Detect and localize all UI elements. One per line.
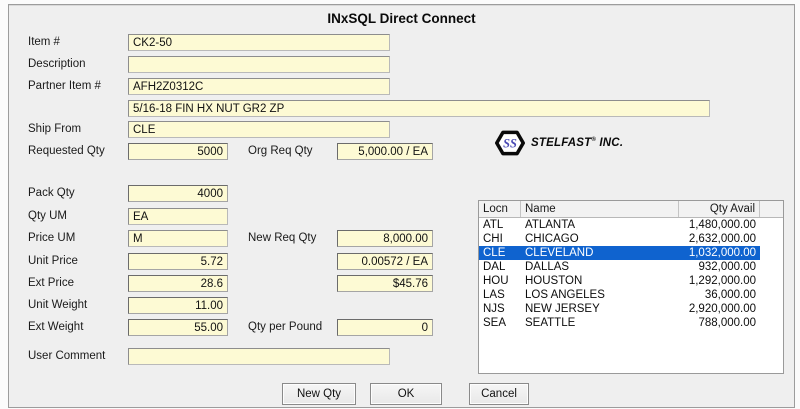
cell-name: HOUSTON bbox=[521, 274, 679, 288]
new-qty-button[interactable]: New Qty bbox=[282, 383, 356, 405]
cell-qty-avail: 36,000.00 bbox=[679, 288, 760, 302]
cell-qty-avail: 932,000.00 bbox=[679, 260, 760, 274]
unit-weight-input[interactable] bbox=[128, 297, 228, 314]
table-row-hou[interactable]: HOU HOUSTON 1,292,000.00 bbox=[479, 274, 783, 288]
locations-table-header: Locn Name Qty Avail bbox=[479, 201, 783, 218]
cell-name: ATLANTA bbox=[521, 218, 679, 232]
ext-weight-input[interactable] bbox=[128, 319, 228, 336]
user-comment-label: User Comment bbox=[28, 348, 105, 365]
ship-from-label: Ship From bbox=[28, 121, 81, 138]
org-req-qty-label: Org Req Qty bbox=[248, 143, 313, 160]
cell-name: DALLAS bbox=[521, 260, 679, 274]
qty-um-input[interactable] bbox=[128, 208, 228, 225]
qty-per-pound-label: Qty per Pound bbox=[248, 319, 322, 336]
requested-qty-input[interactable] bbox=[128, 143, 228, 160]
table-row-atl[interactable]: ATL ATLANTA 1,480,000.00 bbox=[479, 218, 783, 232]
unit-price-label: Unit Price bbox=[28, 253, 78, 270]
partner-item-input[interactable] bbox=[128, 78, 390, 95]
cell-name: LOS ANGELES bbox=[521, 288, 679, 302]
table-row-las[interactable]: LAS LOS ANGELES 36,000.00 bbox=[479, 288, 783, 302]
cell-locn: LAS bbox=[479, 288, 521, 302]
requested-qty-label: Requested Qty bbox=[28, 143, 105, 160]
cell-locn: NJS bbox=[479, 302, 521, 316]
column-header-filler bbox=[760, 201, 783, 217]
pack-qty-label: Pack Qty bbox=[28, 185, 75, 202]
cell-name: SEATTLE bbox=[521, 316, 679, 330]
cell-name: CLEVELAND bbox=[521, 246, 679, 260]
unit-weight-label: Unit Weight bbox=[28, 297, 87, 314]
logo-suffix: INC. bbox=[596, 137, 623, 149]
qty-um-label: Qty UM bbox=[28, 208, 67, 225]
ext-price-input[interactable] bbox=[128, 275, 228, 292]
cell-qty-avail: 1,292,000.00 bbox=[679, 274, 760, 288]
column-header-qty-avail[interactable]: Qty Avail bbox=[679, 201, 760, 217]
logo-wordmark: STELFAST® INC. bbox=[531, 137, 623, 149]
table-row-dal[interactable]: DAL DALLAS 932,000.00 bbox=[479, 260, 783, 274]
cell-locn: CHI bbox=[479, 232, 521, 246]
logo-monogram: SS bbox=[503, 136, 517, 150]
table-row-sea[interactable]: SEA SEATTLE 788,000.00 bbox=[479, 316, 783, 330]
price-um-input[interactable] bbox=[128, 230, 228, 247]
ship-from-input[interactable] bbox=[128, 121, 390, 138]
pack-qty-input[interactable] bbox=[128, 185, 228, 202]
cell-qty-avail: 1,032,000.00 bbox=[679, 246, 760, 260]
cell-qty-avail: 1,480,000.00 bbox=[679, 218, 760, 232]
logo-name: STELFAST bbox=[531, 137, 591, 149]
ext-price-total-input[interactable] bbox=[337, 275, 433, 292]
description-label: Description bbox=[28, 56, 86, 73]
direct-connect-dialog: INxSQL Direct Connect Item # Description… bbox=[8, 4, 795, 408]
hex-nut-icon: SS bbox=[495, 128, 525, 158]
locations-table: Locn Name Qty Avail ATL ATLANTA 1,480,00… bbox=[478, 200, 784, 374]
cell-locn: HOU bbox=[479, 274, 521, 288]
cell-locn: ATL bbox=[479, 218, 521, 232]
column-header-locn[interactable]: Locn bbox=[479, 201, 521, 217]
ext-price-label: Ext Price bbox=[28, 275, 74, 292]
new-req-qty-label: New Req Qty bbox=[248, 230, 316, 247]
cell-locn: SEA bbox=[479, 316, 521, 330]
dialog-title: INxSQL Direct Connect bbox=[9, 11, 794, 26]
cell-name: CHICAGO bbox=[521, 232, 679, 246]
unit-price-input[interactable] bbox=[128, 253, 228, 270]
item-number-label: Item # bbox=[28, 34, 60, 51]
table-row-njs[interactable]: NJS NEW JERSEY 2,920,000.00 bbox=[479, 302, 783, 316]
cell-locn: DAL bbox=[479, 260, 521, 274]
price-um-label: Price UM bbox=[28, 230, 75, 247]
ext-weight-label: Ext Weight bbox=[28, 319, 83, 336]
table-row-chi[interactable]: CHI CHICAGO 2,632,000.00 bbox=[479, 232, 783, 246]
user-comment-input[interactable] bbox=[128, 348, 390, 365]
ok-button[interactable]: OK bbox=[370, 383, 442, 405]
cell-qty-avail: 2,920,000.00 bbox=[679, 302, 760, 316]
cancel-button[interactable]: Cancel bbox=[469, 383, 529, 405]
qty-per-pound-input[interactable] bbox=[337, 319, 433, 336]
org-req-qty-input[interactable] bbox=[337, 143, 433, 160]
partner-item-label: Partner Item # bbox=[28, 78, 101, 95]
stelfast-logo: SS STELFAST® INC. bbox=[495, 128, 623, 158]
cell-name: NEW JERSEY bbox=[521, 302, 679, 316]
item-description-input[interactable] bbox=[128, 100, 710, 117]
cell-qty-avail: 788,000.00 bbox=[679, 316, 760, 330]
table-row-cle-selected[interactable]: CLE CLEVELAND 1,032,000.00 bbox=[479, 246, 783, 260]
unit-price-converted-input[interactable] bbox=[337, 253, 433, 270]
item-number-input[interactable] bbox=[128, 34, 390, 51]
cell-qty-avail: 2,632,000.00 bbox=[679, 232, 760, 246]
description-input[interactable] bbox=[128, 56, 390, 73]
column-header-name[interactable]: Name bbox=[521, 201, 679, 217]
new-req-qty-input[interactable] bbox=[337, 230, 433, 247]
cell-locn: CLE bbox=[479, 246, 521, 260]
